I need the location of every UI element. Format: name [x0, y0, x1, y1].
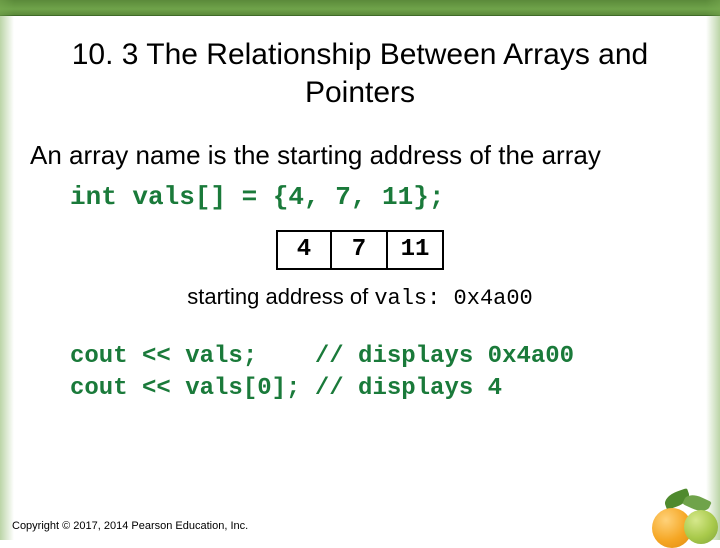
array-diagram: 4 7 11	[30, 230, 690, 270]
header-stripe	[0, 0, 720, 16]
array-cell: 11	[388, 230, 444, 270]
leaf-icon	[662, 488, 691, 510]
leaf-icon	[682, 491, 711, 515]
page-number: 10-8	[660, 516, 688, 532]
array-declaration-code: int vals[] = {4, 7, 11};	[70, 182, 690, 212]
copyright-text: Copyright © 2017, 2014 Pearson Education…	[12, 520, 248, 532]
addr-prefix: starting address of	[187, 284, 374, 309]
addr-suffix: : 0x4a00	[427, 286, 533, 311]
intro-text: An array name is the starting address of…	[30, 139, 690, 172]
array-cell: 7	[332, 230, 388, 270]
code-line-2: cout << vals[0]; // displays 4	[70, 375, 502, 402]
slide-title: 10. 3 The Relationship Between Arrays an…	[30, 36, 690, 111]
array-cell: 4	[276, 230, 332, 270]
addr-var: vals	[374, 286, 427, 311]
code-line-1: cout << vals; // displays 0x4a00	[70, 343, 574, 370]
address-caption: starting address of vals: 0x4a00	[30, 284, 690, 311]
slide-content: 10. 3 The Relationship Between Arrays an…	[0, 16, 720, 405]
cout-code-block: cout << vals; // displays 0x4a00 cout <<…	[70, 341, 690, 406]
footer: Copyright © 2017, 2014 Pearson Education…	[12, 516, 708, 532]
